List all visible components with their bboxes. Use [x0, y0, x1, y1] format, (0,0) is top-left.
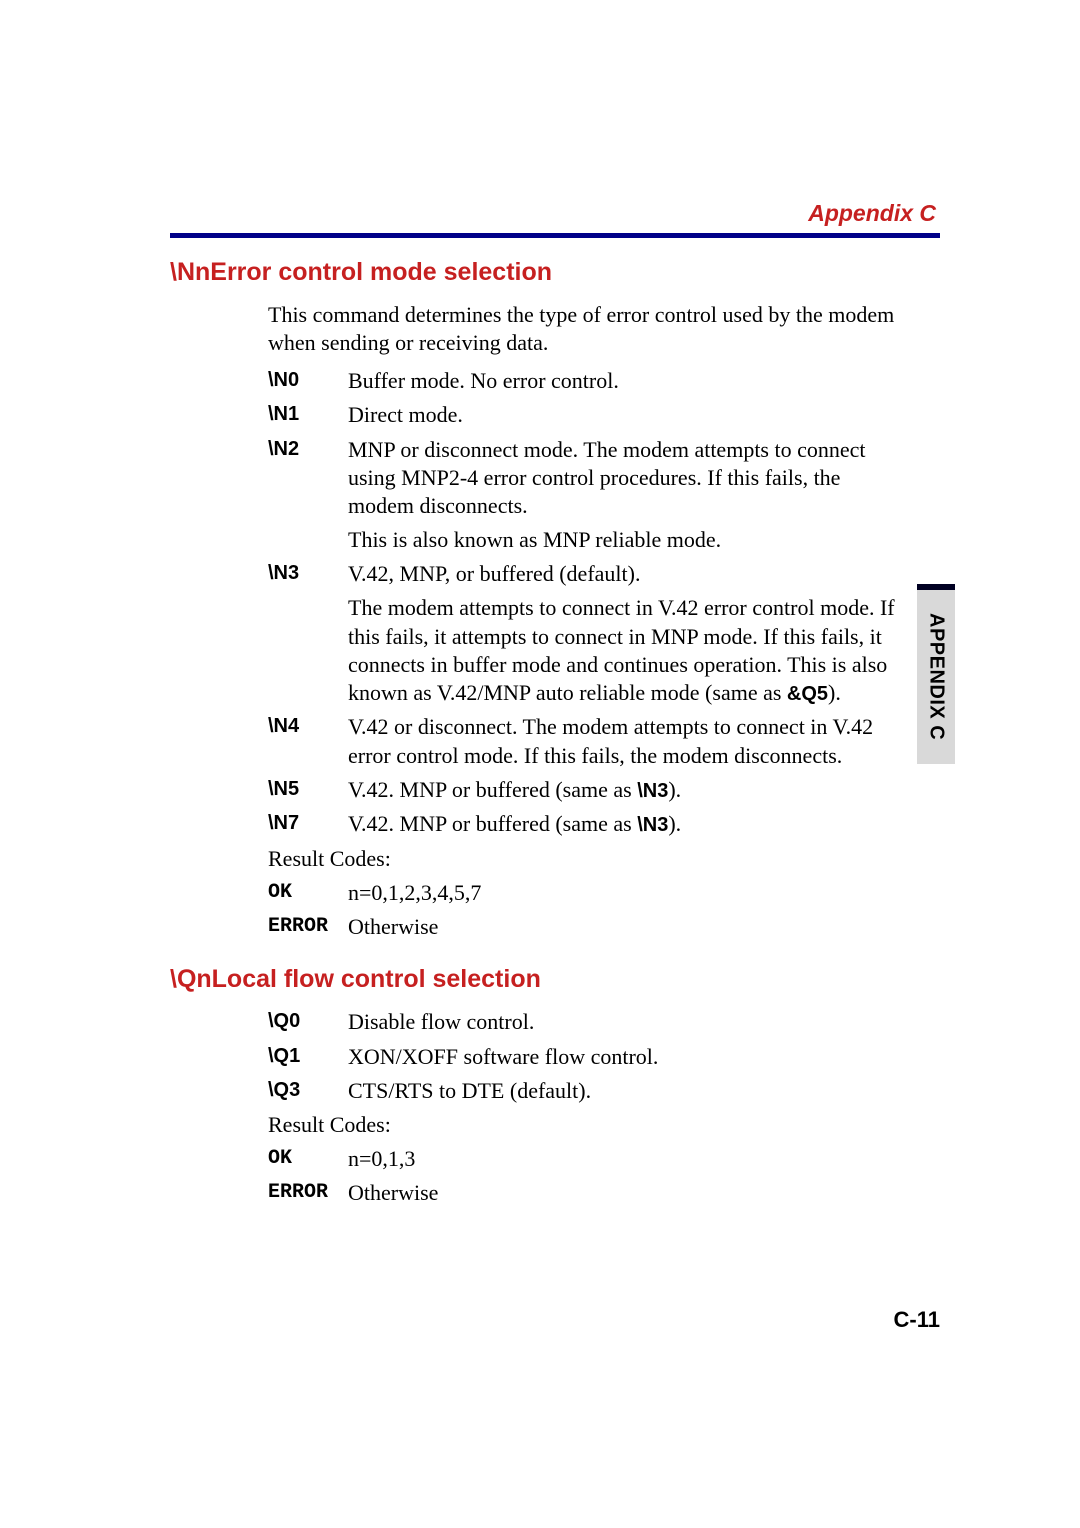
row-s1-error: ERROR Otherwise [268, 913, 940, 941]
header-title: Appendix C [170, 200, 940, 233]
desc-n2-p2: This is also known as MNP reliable mode. [348, 526, 898, 554]
row-q3: \Q3 CTS/RTS to DTE (default). [268, 1077, 940, 1105]
desc-n3-p2: The modem attempts to connect in V.42 er… [348, 594, 898, 707]
row-n2: \N2 MNP or disconnect mode. The modem at… [268, 436, 940, 555]
desc-q0: Disable flow control. [348, 1008, 898, 1036]
side-tab: APPENDIX C [917, 584, 955, 764]
desc-n3-p2b: &Q5 [787, 683, 828, 705]
section1-intro: This command determines the type of erro… [268, 301, 940, 357]
row-n0: \N0 Buffer mode. No error control. [268, 367, 940, 395]
section2-title: \QnLocal flow control selection [170, 965, 940, 994]
code-n4: \N4 [268, 713, 348, 740]
header-rule [170, 233, 940, 238]
desc-s2-ok: n=0,1,3 [348, 1145, 898, 1173]
row-s2-ok: OK n=0,1,3 [268, 1145, 940, 1173]
row-n3: \N3 V.42, MNP, or buffered (default). Th… [268, 560, 940, 707]
page-header: Appendix C [170, 200, 940, 238]
code-s1-ok: OK [268, 879, 348, 906]
section1-resultcodes-label: Result Codes: [268, 845, 940, 873]
desc-n7: V.42. MNP or buffered (same as \N3). [348, 810, 898, 839]
code-n5: \N5 [268, 776, 348, 803]
section1-body: This command determines the type of erro… [268, 301, 940, 941]
row-n5: \N5 V.42. MNP or buffered (same as \N3). [268, 776, 940, 805]
side-tab-label: APPENDIX C [925, 613, 948, 740]
desc-n0: Buffer mode. No error control. [348, 367, 898, 395]
code-n2: \N2 [268, 436, 348, 463]
desc-n3-p1: V.42, MNP, or buffered (default). [348, 560, 898, 588]
desc-n4: V.42 or disconnect. The modem attempts t… [348, 713, 898, 769]
row-s1-ok: OK n=0,1,2,3,4,5,7 [268, 879, 940, 907]
desc-n3: V.42, MNP, or buffered (default). The mo… [348, 560, 898, 707]
desc-n5-c: ). [668, 777, 681, 802]
desc-n2-p1: MNP or disconnect mode. The modem attemp… [348, 436, 898, 520]
code-n3: \N3 [268, 560, 348, 587]
code-n0: \N0 [268, 367, 348, 394]
desc-n5-b: \N3 [637, 780, 668, 802]
desc-n7-a: V.42. MNP or buffered (same as [348, 811, 637, 836]
code-n1: \N1 [268, 401, 348, 428]
row-n7: \N7 V.42. MNP or buffered (same as \N3). [268, 810, 940, 839]
desc-n7-c: ). [668, 811, 681, 836]
code-s2-error: ERROR [268, 1179, 348, 1206]
desc-n2: MNP or disconnect mode. The modem attemp… [348, 436, 898, 555]
section2-body: \Q0 Disable flow control. \Q1 XON/XOFF s… [268, 1008, 940, 1207]
side-tab-body: APPENDIX C [917, 590, 955, 764]
desc-q3: CTS/RTS to DTE (default). [348, 1077, 898, 1105]
row-q1: \Q1 XON/XOFF software flow control. [268, 1043, 940, 1071]
section2-resultcodes-label: Result Codes: [268, 1111, 940, 1139]
desc-s2-error: Otherwise [348, 1179, 898, 1207]
desc-n3-p2c: ). [828, 680, 841, 705]
desc-n5: V.42. MNP or buffered (same as \N3). [348, 776, 898, 805]
desc-s1-ok: n=0,1,2,3,4,5,7 [348, 879, 898, 907]
desc-s1-error: Otherwise [348, 913, 898, 941]
row-q0: \Q0 Disable flow control. [268, 1008, 940, 1036]
desc-n1: Direct mode. [348, 401, 898, 429]
row-n1: \N1 Direct mode. [268, 401, 940, 429]
desc-n7-b: \N3 [637, 814, 668, 836]
section1-title: \NnError control mode selection [170, 258, 940, 287]
page-number: C-11 [894, 1307, 940, 1333]
code-q1: \Q1 [268, 1043, 348, 1070]
desc-q1: XON/XOFF software flow control. [348, 1043, 898, 1071]
desc-n5-a: V.42. MNP or buffered (same as [348, 777, 637, 802]
code-q3: \Q3 [268, 1077, 348, 1104]
code-s1-error: ERROR [268, 913, 348, 940]
row-n4: \N4 V.42 or disconnect. The modem attemp… [268, 713, 940, 769]
code-s2-ok: OK [268, 1145, 348, 1172]
code-n7: \N7 [268, 810, 348, 837]
row-s2-error: ERROR Otherwise [268, 1179, 940, 1207]
code-q0: \Q0 [268, 1008, 348, 1035]
